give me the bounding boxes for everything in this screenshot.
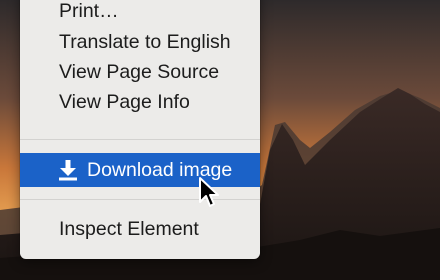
mouse-pointer-icon <box>199 177 219 207</box>
menu-item-inspect-element[interactable]: Inspect Element <box>20 214 260 244</box>
menu-item-label: Print… <box>59 0 119 22</box>
menu-item-print[interactable]: Print… <box>20 0 260 26</box>
context-menu: Print… Translate to English View Page So… <box>20 0 260 259</box>
menu-separator <box>20 199 260 200</box>
menu-item-view-page-source[interactable]: View Page Source <box>20 57 260 87</box>
menu-item-label: Translate to English <box>59 30 231 53</box>
menu-item-translate[interactable]: Translate to English <box>20 27 260 57</box>
menu-item-label: View Page Source <box>59 60 220 83</box>
download-icon <box>58 158 78 182</box>
menu-item-download-image[interactable]: Download image <box>20 153 260 187</box>
menu-item-label: View Page Info <box>59 90 190 113</box>
menu-separator <box>20 139 260 140</box>
menu-item-view-page-info[interactable]: View Page Info <box>20 87 260 117</box>
menu-item-label: Inspect Element <box>59 217 199 240</box>
